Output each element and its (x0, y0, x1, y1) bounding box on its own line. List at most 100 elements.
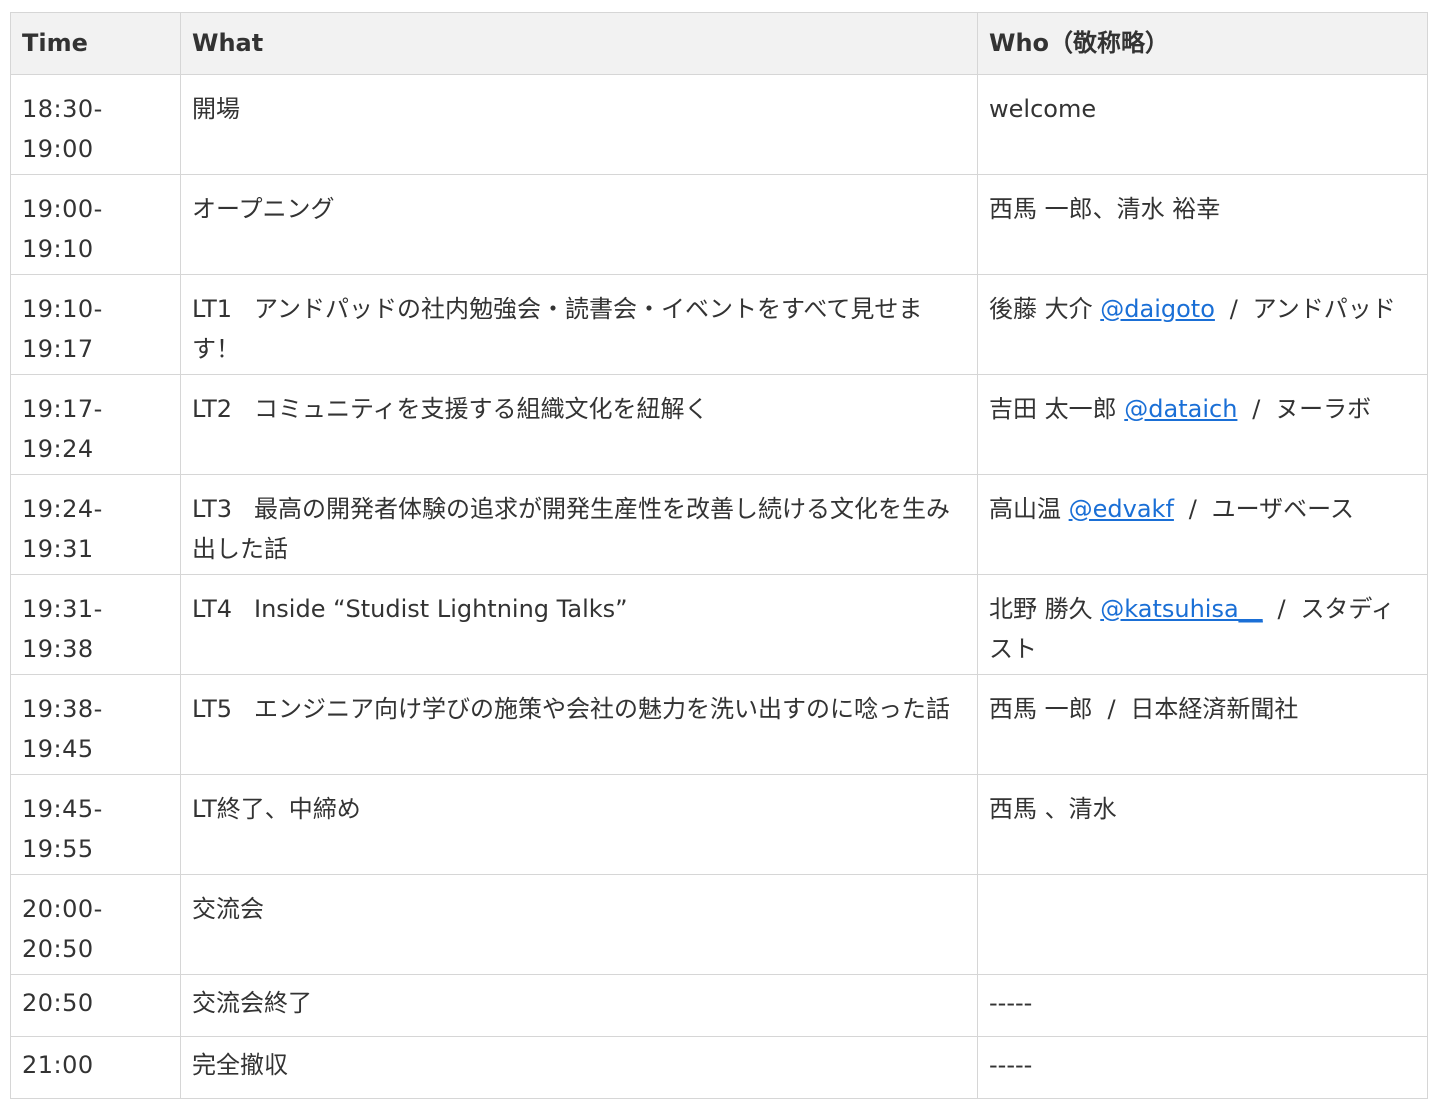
what-cell: 交流会終了 (180, 974, 978, 1037)
speaker-name: 高山温 (989, 495, 1061, 523)
header-row: Time What Who（敬称略） (10, 12, 1428, 75)
speaker-name: 吉田 太一郎 (989, 395, 1117, 423)
table-row: 19:45- 19:55 LT終了、中締め 西馬 、清水 (10, 774, 1428, 875)
talk-title: エンジニア向け学びの施策や会社の魅力を洗い出すのに唸った話 (254, 695, 950, 723)
talk-title: 開場 (192, 95, 240, 123)
who-cell: 後藤 大介 @daigoto / アンドパッド (977, 274, 1428, 375)
time-end: 19:31 (22, 535, 94, 563)
what-cell: 交流会 (180, 874, 978, 975)
speaker-handle-link[interactable]: @dataich (1124, 395, 1237, 423)
time-start: 20:00- (22, 895, 103, 923)
separator: / (1252, 395, 1261, 423)
what-cell: 開場 (180, 74, 978, 175)
talk-title: アンドパッドの社内勉強会・読書会・イベントをすべて見せます！ (192, 295, 923, 363)
speaker-handle-link[interactable]: @daigoto (1100, 295, 1215, 323)
table-header: Time What Who（敬称略） (10, 12, 1428, 75)
what-cell: LT4 Inside “Studist Lightning Talks” (180, 574, 978, 675)
table-row: 19:31- 19:38 LT4 Inside “Studist Lightning … (10, 574, 1428, 675)
speaker-org: ユーザベース (1211, 495, 1354, 523)
time-start: 18:30- (22, 95, 103, 123)
speaker-handle-link[interactable]: @katsuhisa__ (1100, 595, 1262, 623)
time-cell: 19:00- 19:10 (10, 174, 181, 275)
speaker-org: ヌーラボ (1275, 395, 1372, 423)
talk-title: コミュニティを支援する組織文化を紐解く (254, 395, 709, 423)
header-what: What (180, 12, 978, 75)
speaker-name: ----- (989, 989, 1033, 1017)
time-start: 19:00- (22, 195, 103, 223)
table-row: 18:30- 19:00 開場 welcome (10, 74, 1428, 175)
who-cell: 吉田 太一郎 @dataich / ヌーラボ (977, 374, 1428, 475)
talk-title: 最高の開発者体験の追求が開発生産性を改善し続ける文化を生み出した話 (192, 495, 950, 563)
speaker-org: アンドパッド (1252, 295, 1396, 323)
table-row: 20:00- 20:50 交流会 (10, 874, 1428, 975)
time-cell: 19:10- 19:17 (10, 274, 181, 375)
schedule-table: Time What Who（敬称略） 18:30- 19:00 開場 welcome 1… (10, 12, 1428, 1099)
speaker-name: ----- (989, 1051, 1033, 1079)
time-start: 19:17- (22, 395, 103, 423)
speaker-org: 日本経済新聞社 (1130, 695, 1299, 723)
what-cell: LT3 最高の開発者体験の追求が開発生産性を改善し続ける文化を生み出した話 (180, 474, 978, 575)
time-cell: 18:30- 19:00 (10, 74, 181, 175)
time-cell: 19:38- 19:45 (10, 674, 181, 775)
who-cell: 高山温 @edvakf / ユーザベース (977, 474, 1428, 575)
what-cell: LT5 エンジニア向け学びの施策や会社の魅力を洗い出すのに唸った話 (180, 674, 978, 775)
time-end: 19:24 (22, 435, 94, 463)
time-end: 19:38 (22, 635, 94, 663)
who-cell: ----- (977, 1036, 1428, 1099)
time-cell: 19:31- 19:38 (10, 574, 181, 675)
who-cell: 西馬 、清水 (977, 774, 1428, 875)
time-start: 19:31- (22, 595, 103, 623)
separator: / (1229, 295, 1238, 323)
table-row: 20:50 交流会終了 ----- (10, 974, 1428, 1037)
table-row: 19:38- 19:45 LT5 エンジニア向け学びの施策や会社の魅力を洗い出すのに唸… (10, 674, 1428, 775)
time-end: 19:55 (22, 835, 94, 863)
speaker-name: welcome (989, 95, 1097, 123)
time-cell: 20:00- 20:50 (10, 874, 181, 975)
schedule-table-wrapper: Time What Who（敬称略） 18:30- 19:00 開場 welcome 1… (10, 12, 1428, 1099)
what-cell: 完全撤収 (180, 1036, 978, 1099)
separator: / (1107, 695, 1116, 723)
talk-title: 完全撤収 (192, 1051, 288, 1079)
who-cell: 北野 勝久 @katsuhisa__ / スタディスト (977, 574, 1428, 675)
separator: / (1188, 495, 1197, 523)
what-cell: LT2 コミュニティを支援する組織文化を紐解く (180, 374, 978, 475)
time-end: 19:17 (22, 335, 94, 363)
speaker-name: 西馬 、清水 (989, 795, 1117, 823)
what-cell: オープニング (180, 174, 978, 275)
lt-label: LT4 (192, 595, 232, 623)
time-start: 19:24- (22, 495, 103, 523)
speaker-name: 西馬 一郎、清水 裕幸 (989, 195, 1221, 223)
time-end: 20:50 (22, 935, 94, 963)
talk-title: 交流会終了 (192, 989, 312, 1017)
talk-title: LT終了、中締め (192, 795, 361, 823)
time-start: 21:00 (22, 1051, 94, 1079)
time-cell: 19:24- 19:31 (10, 474, 181, 575)
time-end: 19:10 (22, 235, 94, 263)
talk-title: Inside “Studist Lightning Talks” (254, 595, 628, 623)
talk-title: オープニング (192, 195, 335, 223)
who-cell: 西馬 一郎、清水 裕幸 (977, 174, 1428, 275)
lt-label: LT3 (192, 495, 232, 523)
table-row: 19:00- 19:10 オープニング 西馬 一郎、清水 裕幸 (10, 174, 1428, 275)
time-cell: 20:50 (10, 974, 181, 1037)
time-cell: 19:17- 19:24 (10, 374, 181, 475)
what-cell: LT1 アンドパッドの社内勉強会・読書会・イベントをすべて見せます！ (180, 274, 978, 375)
time-start: 19:45- (22, 795, 103, 823)
speaker-handle-link[interactable]: @edvakf (1069, 495, 1174, 523)
table-row: 21:00 完全撤収 ----- (10, 1036, 1428, 1099)
what-cell: LT終了、中締め (180, 774, 978, 875)
table-row: 19:17- 19:24 LT2 コミュニティを支援する組織文化を紐解く 吉田 太一郎 … (10, 374, 1428, 475)
who-cell: welcome (977, 74, 1428, 175)
who-cell: 西馬 一郎 / 日本経済新聞社 (977, 674, 1428, 775)
time-start: 19:38- (22, 695, 103, 723)
table-body: 18:30- 19:00 開場 welcome 19:00- 19:10 オープニング 西馬 … (10, 74, 1428, 1099)
lt-label: LT5 (192, 695, 232, 723)
lt-label: LT2 (192, 395, 232, 423)
time-end: 19:45 (22, 735, 94, 763)
table-row: 19:24- 19:31 LT3 最高の開発者体験の追求が開発生産性を改善し続ける文化… (10, 474, 1428, 575)
who-cell (977, 874, 1428, 975)
speaker-name: 後藤 大介 (989, 295, 1093, 323)
who-cell: ----- (977, 974, 1428, 1037)
time-cell: 19:45- 19:55 (10, 774, 181, 875)
time-start: 19:10- (22, 295, 103, 323)
